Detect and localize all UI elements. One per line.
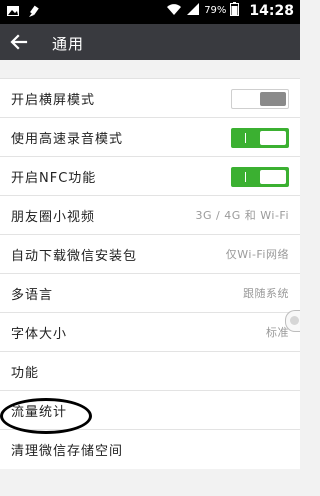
image-icon [6,3,20,22]
high-speed-recording-toggle[interactable] [231,128,289,148]
signal-icon [186,2,200,19]
setting-value: 跟随系统 [243,287,289,300]
setting-clear-storage[interactable]: 清理微信存储空间 [0,430,300,469]
setting-features[interactable]: 功能 [0,352,300,391]
setting-font-size[interactable]: 字体大小 标准 [0,313,300,352]
setting-label: 使用高速录音模式 [11,131,124,147]
battery-percent: 79% [204,5,227,16]
setting-nfc[interactable]: 开启NFC功能 [0,157,300,196]
setting-high-speed-recording[interactable]: 使用高速录音模式 [0,118,300,157]
setting-label: 开启NFC功能 [11,170,97,186]
page-title: 通用 [52,35,85,53]
brush-icon [26,3,40,22]
setting-language[interactable]: 多语言 跟随系统 [0,274,300,313]
setting-label: 清理微信存储空间 [11,444,124,459]
toggle-mark [245,133,246,143]
setting-landscape-mode[interactable]: 开启横屏模式 [0,79,300,118]
setting-moments-video[interactable]: 朋友圈小视频 3G / 4G 和 Wi-Fi [0,196,300,235]
battery-icon [230,2,240,19]
status-bar: 79% 14:28 [0,0,300,24]
clock: 14:28 [249,2,294,19]
setting-label: 功能 [11,365,40,381]
toggle-mark [245,172,246,182]
setting-label: 开启横屏模式 [11,92,96,108]
scroll-handle[interactable] [285,310,300,332]
setting-label: 字体大小 [11,326,68,342]
toggle-knob [260,170,286,184]
nfc-toggle[interactable] [231,167,289,187]
toggle-knob [260,92,286,106]
highlight-circle-annotation [0,398,92,434]
setting-auto-download[interactable]: 自动下载微信安装包 仅Wi-Fi网络 [0,235,300,274]
toggle-knob [260,131,286,145]
setting-value: 3G / 4G 和 Wi-Fi [195,209,289,222]
setting-label: 多语言 [11,287,54,303]
back-arrow-icon[interactable] [8,31,30,53]
setting-label: 朋友圈小视频 [11,209,96,225]
wifi-icon [166,2,182,19]
landscape-mode-toggle[interactable] [231,89,289,109]
setting-label: 自动下载微信安装包 [11,248,138,264]
setting-value: 仅Wi-Fi网络 [225,248,289,261]
app-bar: 通用 [0,24,300,60]
